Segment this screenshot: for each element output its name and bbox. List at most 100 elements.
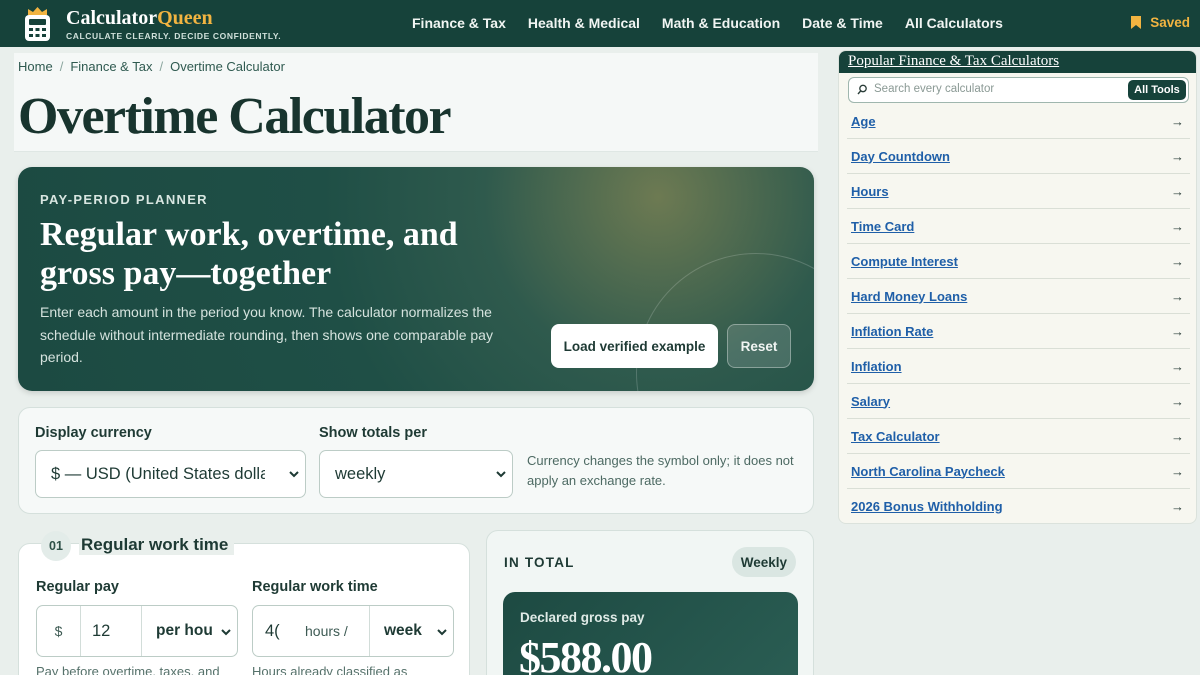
gross-pay-value: $588.00 bbox=[519, 633, 653, 675]
arrow-right-icon: → bbox=[1171, 393, 1184, 409]
hero-headline: Regular work, overtime, and gross pay—to… bbox=[40, 216, 458, 292]
sidebar-item-link[interactable]: 2026 Bonus Withholding bbox=[851, 499, 1003, 514]
breadcrumb: Home / Finance & Tax / Overtime Calculator bbox=[18, 59, 285, 74]
sidebar-item-link[interactable]: Inflation Rate bbox=[851, 324, 933, 339]
sidebar-item-link[interactable]: Compute Interest bbox=[851, 254, 958, 269]
arrow-right-icon: → bbox=[1171, 463, 1184, 479]
arrow-right-icon: → bbox=[1171, 218, 1184, 234]
totals-select-value: weekly bbox=[335, 464, 386, 483]
sidebar-item[interactable]: Hours → bbox=[847, 174, 1190, 209]
currency-label: Display currency bbox=[35, 425, 152, 441]
search-icon bbox=[857, 84, 867, 95]
sidebar-item-link[interactable]: Time Card bbox=[851, 219, 914, 234]
sidebar-item[interactable]: North Carolina Paycheck → bbox=[847, 454, 1190, 489]
currency-note: Currency changes the symbol only; it doe… bbox=[527, 453, 794, 488]
regular-pay-help: Pay before overtime, taxes, and bbox=[36, 664, 220, 675]
decorative-ring bbox=[636, 253, 814, 391]
sidebar-item[interactable]: Salary → bbox=[847, 384, 1190, 419]
sidebar-item-link[interactable]: Tax Calculator bbox=[851, 429, 940, 444]
sidebar-item-link[interactable]: Hard Money Loans bbox=[851, 289, 967, 304]
sidebar-item-link[interactable]: Age bbox=[851, 114, 876, 129]
period-badge: Weekly bbox=[731, 547, 796, 577]
pay-unit-value: per hou bbox=[156, 622, 213, 639]
step-badge: 01 bbox=[41, 531, 71, 561]
sidebar-search: Search every calculator All Tools bbox=[848, 77, 1189, 103]
arrow-right-icon: → bbox=[1171, 498, 1184, 514]
hero-eyebrow: PAY-PERIOD PLANNER bbox=[40, 192, 208, 207]
page-title: Overtime Calculator bbox=[18, 88, 452, 145]
nav-math-education[interactable]: Math & Education bbox=[662, 15, 780, 31]
sidebar-item-link[interactable]: Inflation bbox=[851, 359, 902, 374]
chevron-down-icon bbox=[221, 629, 231, 636]
regular-time-label: Regular work time bbox=[252, 579, 378, 595]
arrow-right-icon: → bbox=[1171, 358, 1184, 374]
load-example-button[interactable]: Load verified example bbox=[551, 324, 718, 368]
nav-all-calculators[interactable]: All Calculators bbox=[905, 15, 1003, 31]
arrow-right-icon: → bbox=[1171, 148, 1184, 164]
hours-suffix: hours / bbox=[305, 623, 348, 639]
regular-pay-label: Regular pay bbox=[36, 579, 119, 595]
currency-select-value: $ — USD (United States dolla bbox=[51, 464, 265, 483]
sidebar-item-link[interactable]: Day Countdown bbox=[851, 149, 950, 164]
nav-finance-tax[interactable]: Finance & Tax bbox=[412, 15, 506, 31]
sidebar-item[interactable]: Time Card → bbox=[847, 209, 1190, 244]
total-label: IN TOTAL bbox=[504, 555, 575, 570]
total-summary-card: IN TOTAL Weekly Declared gross pay $588.… bbox=[486, 530, 814, 675]
sidebar-item[interactable]: Day Countdown → bbox=[847, 139, 1190, 174]
gross-pay-label: Declared gross pay bbox=[520, 610, 645, 625]
regular-work-card: 01 Regular work time Regular pay $ 12 pe… bbox=[18, 531, 470, 675]
sidebar-item[interactable]: Inflation Rate → bbox=[847, 314, 1190, 349]
all-tools-button[interactable]: All Tools bbox=[1128, 80, 1186, 100]
display-settings-card: Display currency $ — USD (United States … bbox=[18, 407, 814, 514]
hero-description: Enter each amount in the period you know… bbox=[40, 304, 493, 365]
saved-label: Saved bbox=[1150, 15, 1190, 30]
regular-time-input[interactable]: 4( bbox=[253, 606, 301, 656]
sidebar-item[interactable]: Inflation → bbox=[847, 349, 1190, 384]
totals-period-select[interactable]: weekly bbox=[319, 450, 513, 498]
sidebar-item-link[interactable]: Hours bbox=[851, 184, 889, 199]
popular-calculators-sidebar: Popular Finance & Tax Calculators Search… bbox=[838, 50, 1197, 524]
regular-pay-input-group: $ 12 per hou bbox=[36, 605, 238, 657]
brand-name[interactable]: CalculatorQueen bbox=[66, 7, 213, 30]
title-band: Home / Finance & Tax / Overtime Calculator O… bbox=[14, 53, 818, 152]
regular-pay-input[interactable]: 12 bbox=[81, 606, 141, 656]
top-header: CalculatorQueen CALCULATE CLEARLY. DECID… bbox=[0, 0, 1200, 47]
arrow-right-icon: → bbox=[1171, 183, 1184, 199]
calculator-crown-logo-icon[interactable] bbox=[22, 6, 53, 42]
sidebar-item[interactable]: Tax Calculator → bbox=[847, 419, 1190, 454]
search-input[interactable]: Search every calculator bbox=[874, 83, 994, 95]
currency-select[interactable]: $ — USD (United States dolla bbox=[35, 450, 306, 498]
arrow-right-icon: → bbox=[1171, 253, 1184, 269]
arrow-right-icon: → bbox=[1171, 288, 1184, 304]
breadcrumb-finance-tax[interactable]: Finance & Tax bbox=[70, 59, 152, 74]
brand-tagline: CALCULATE CLEARLY. DECIDE CONFIDENTLY. bbox=[66, 31, 282, 41]
gross-pay-box: Declared gross pay $588.00 bbox=[503, 592, 798, 675]
time-unit-select[interactable]: week bbox=[369, 606, 453, 656]
sidebar-title[interactable]: Popular Finance & Tax Calculators bbox=[848, 53, 1059, 70]
card-title: Regular work time bbox=[79, 535, 235, 555]
pay-unit-select[interactable]: per hou bbox=[141, 606, 237, 656]
arrow-right-icon: → bbox=[1171, 113, 1184, 129]
sidebar-item[interactable]: Age → bbox=[847, 104, 1190, 139]
sidebar-item[interactable]: 2026 Bonus Withholding → bbox=[847, 489, 1190, 523]
arrow-right-icon: → bbox=[1171, 323, 1184, 339]
sidebar-item-link[interactable]: Salary bbox=[851, 394, 890, 409]
nav-health-medical[interactable]: Health & Medical bbox=[528, 15, 640, 31]
totals-label: Show totals per bbox=[319, 425, 427, 441]
reset-button[interactable]: Reset bbox=[727, 324, 791, 368]
sidebar-item-link[interactable]: North Carolina Paycheck bbox=[851, 464, 1005, 479]
breadcrumb-home[interactable]: Home bbox=[18, 59, 53, 74]
nav-date-time[interactable]: Date & Time bbox=[802, 15, 883, 31]
time-unit-value: week bbox=[384, 622, 422, 639]
sidebar-item[interactable]: Hard Money Loans → bbox=[847, 279, 1190, 314]
sidebar-list: Age → Day Countdown → Hours → Time Card → Comput… bbox=[847, 104, 1190, 523]
main-nav: Finance & Tax Health & Medical Math & Ed… bbox=[412, 15, 1003, 31]
sidebar-item[interactable]: Compute Interest → bbox=[847, 244, 1190, 279]
saved-button[interactable]: Saved bbox=[1131, 15, 1190, 30]
sidebar-header: Popular Finance & Tax Calculators bbox=[839, 51, 1196, 73]
regular-time-help: Hours already classified as bbox=[252, 664, 408, 675]
regular-time-input-group: 4( hours / week bbox=[252, 605, 454, 657]
chevron-down-icon bbox=[496, 471, 506, 478]
breadcrumb-current: Overtime Calculator bbox=[170, 59, 285, 74]
chevron-down-icon bbox=[289, 471, 299, 478]
